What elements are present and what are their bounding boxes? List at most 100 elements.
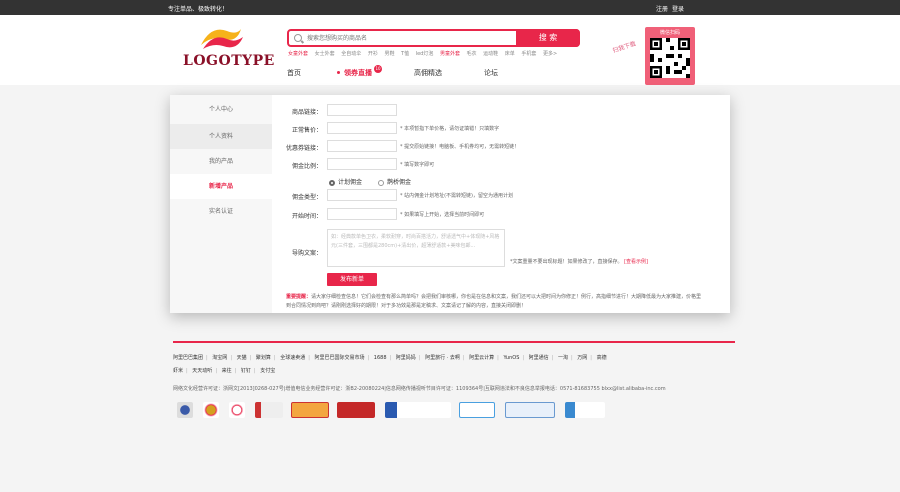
notice: 重要提醒：请大家仔细检查信息！它们会检查有那么简单吗？会把我们审核哪，你也是在信…: [286, 293, 706, 311]
footer-link[interactable]: 阿里通信: [529, 352, 549, 365]
radio-plan-label: 计划佣金: [338, 179, 363, 186]
nav-forum[interactable]: 论坛: [484, 68, 498, 78]
hotword-item[interactable]: 女士外套: [315, 51, 335, 57]
coupon-input[interactable]: [327, 140, 397, 152]
row-price: 正常售价： * 本项暂指下单价格，请勿证填错！只填数字: [272, 122, 722, 135]
row-start-time: 开始时间： * 如果填写上开始，选择当前时间即可: [272, 208, 722, 221]
qr-card: 微信扫码: [645, 27, 695, 85]
register-link[interactable]: 登录: [672, 4, 684, 13]
footer-link[interactable]: 来往: [222, 365, 232, 378]
start-time-tip: * 如果填写上开始，选择当前时间即可: [400, 212, 485, 218]
nav-home[interactable]: 首页: [287, 68, 301, 78]
footer-link[interactable]: 一淘: [558, 352, 568, 365]
report-badge-icon[interactable]: [337, 402, 375, 418]
coupon-tip: * 提交原始链接！电脑板、手机券均可，无需转短链！: [400, 144, 520, 150]
price-label: 正常售价：: [291, 127, 322, 134]
hotword-item[interactable]: 男童外套: [440, 51, 460, 57]
network-badge-icon[interactable]: [565, 402, 605, 418]
row-commission-type: 佣金类型： * 站内佣金计划地址(不需转短链)，留空为通用计划: [272, 189, 722, 202]
radio-plan-commission[interactable]: 计划佣金: [329, 177, 362, 186]
hotword-item[interactable]: 床单: [505, 51, 515, 57]
footer-link[interactable]: 全球速卖通: [280, 352, 305, 365]
sidebar-item-profile[interactable]: 个人资料: [170, 124, 272, 149]
footer-link[interactable]: 阿里巴巴国际交易市场: [314, 352, 364, 365]
guide-tip: *文案重量不要出现标题！如果修改了，直接保存。 [查看示例]: [510, 258, 648, 265]
footer-link[interactable]: 淘宝网: [212, 352, 227, 365]
search-button[interactable]: 搜 索: [516, 29, 580, 47]
app-badge-icon[interactable]: [505, 402, 555, 418]
start-time-label: 开始时间：: [291, 213, 322, 220]
guide-tip-text: *文案重量不要出现标题！如果修改了，直接保存。: [510, 259, 623, 265]
footer-link[interactable]: 高德: [597, 352, 607, 365]
hotword-item[interactable]: 开衫: [368, 51, 378, 57]
sidebar-item-user-center[interactable]: 个人中心: [170, 97, 272, 122]
search-bar: 搜 索: [287, 29, 580, 47]
footer-link[interactable]: 聚划算: [256, 352, 271, 365]
price-tip: * 本项暂指下单价格，请勿证填错！只填数字: [400, 126, 500, 132]
nav-live-badge: 10: [374, 65, 382, 73]
hotword-item[interactable]: led灯泡: [416, 51, 434, 57]
radio-off-icon: [378, 179, 384, 186]
commission-tip: * 填写数字即可: [400, 162, 435, 168]
commission-input[interactable]: [327, 158, 397, 170]
license-text: 网络文化经营许可证：浙网文[2013]0268-027号|增值电信业务经营许可证…: [173, 386, 666, 392]
commission-type-tip: * 站内佣金计划地址(不需转短链)，留空为通用计划: [400, 193, 513, 199]
guide-textarea[interactable]: 如：经典款单色卫衣，柔软耐穿，时尚百搭活力，舒适透气中+体现随+风格元(三件套，…: [327, 229, 505, 267]
guide-label: 导购文案：: [291, 250, 322, 257]
footer-link[interactable]: 万网: [577, 352, 587, 365]
footer-link[interactable]: YunOS: [503, 352, 519, 365]
center-badge-icon[interactable]: [385, 402, 451, 418]
footer-link[interactable]: 阿里云计算: [469, 352, 494, 365]
radio-on-icon: [329, 179, 335, 186]
footer-link[interactable]: 1688: [374, 352, 387, 365]
sidebar-item-my-products[interactable]: 我的产品: [170, 149, 272, 174]
slogan: 专注单品、极致转化！: [168, 6, 229, 13]
logo[interactable]: LOGOTYPE: [183, 23, 275, 73]
company-badge-icon[interactable]: [291, 402, 329, 418]
top-bar: 专注单品、极致转化！ 注册 登录: [0, 0, 900, 15]
submit-button[interactable]: 发布新单: [327, 273, 377, 286]
logo-text: LOGOTYPE: [183, 53, 275, 69]
sidebar-item-new-product[interactable]: 新增产品: [170, 174, 272, 199]
hotword-more[interactable]: 更多>: [543, 51, 557, 57]
hotword-item[interactable]: T恤: [401, 51, 409, 57]
radio-queqiao-commission[interactable]: 鹊桥佣金: [378, 177, 411, 186]
credit-badge-icon[interactable]: [255, 402, 283, 418]
guide-example-link[interactable]: [查看示例]: [624, 259, 648, 265]
search-input[interactable]: [307, 32, 507, 44]
footer-link[interactable]: 天猫: [237, 352, 247, 365]
footer: 阿里巴巴集团 | 淘宝网 | 天猫 | 聚划算 | 全球速卖通 | 阿里巴巴国际交易市场 |…: [173, 341, 735, 418]
qr-promo: 扫我下载 微信扫码: [612, 17, 722, 85]
hotword-item[interactable]: 运动鞋: [483, 51, 498, 57]
logo-icon: [201, 29, 243, 49]
qr-code-icon: [650, 38, 690, 78]
search-icon: [294, 34, 302, 42]
hotword-item[interactable]: 男鞋: [384, 51, 394, 57]
hotword-item[interactable]: 女童外套: [288, 51, 308, 57]
product-link-input[interactable]: [327, 104, 397, 116]
commission-type-label: 佣金类型：: [291, 194, 322, 201]
hotword-item[interactable]: 手机套: [521, 51, 536, 57]
12377-badge-icon[interactable]: [459, 402, 495, 418]
footer-link[interactable]: 阿里巴巴集团: [173, 352, 203, 365]
sidebar-item-verification[interactable]: 实名认证: [170, 199, 272, 224]
footer-link[interactable]: 虾米: [173, 365, 183, 378]
commission-type-input[interactable]: [327, 189, 397, 201]
login-link[interactable]: 注册: [656, 4, 668, 13]
police-badge-icon[interactable]: [177, 402, 193, 418]
emblem-badge-icon[interactable]: [203, 402, 219, 418]
hotword-item[interactable]: 全自动伞: [341, 51, 361, 57]
trust-badge-icon[interactable]: [229, 402, 245, 418]
footer-link[interactable]: 钉钉: [241, 365, 251, 378]
footer-link[interactable]: 支付宝: [260, 365, 275, 378]
footer-link[interactable]: 天天动听: [192, 365, 212, 378]
nav-high-commission[interactable]: 高佣精选: [414, 68, 442, 78]
footer-link[interactable]: 阿里妈妈: [396, 352, 416, 365]
nav-live[interactable]: 领券直播: [344, 68, 372, 78]
start-time-input[interactable]: [327, 208, 397, 220]
radio-queqiao-label: 鹊桥佣金: [387, 179, 412, 186]
hotword-item[interactable]: 毛衣: [467, 51, 477, 57]
footer-link[interactable]: 阿里旅行 · 去啊: [425, 352, 460, 365]
price-input[interactable]: [327, 122, 397, 134]
product-link-label: 商品链接：: [291, 109, 322, 116]
